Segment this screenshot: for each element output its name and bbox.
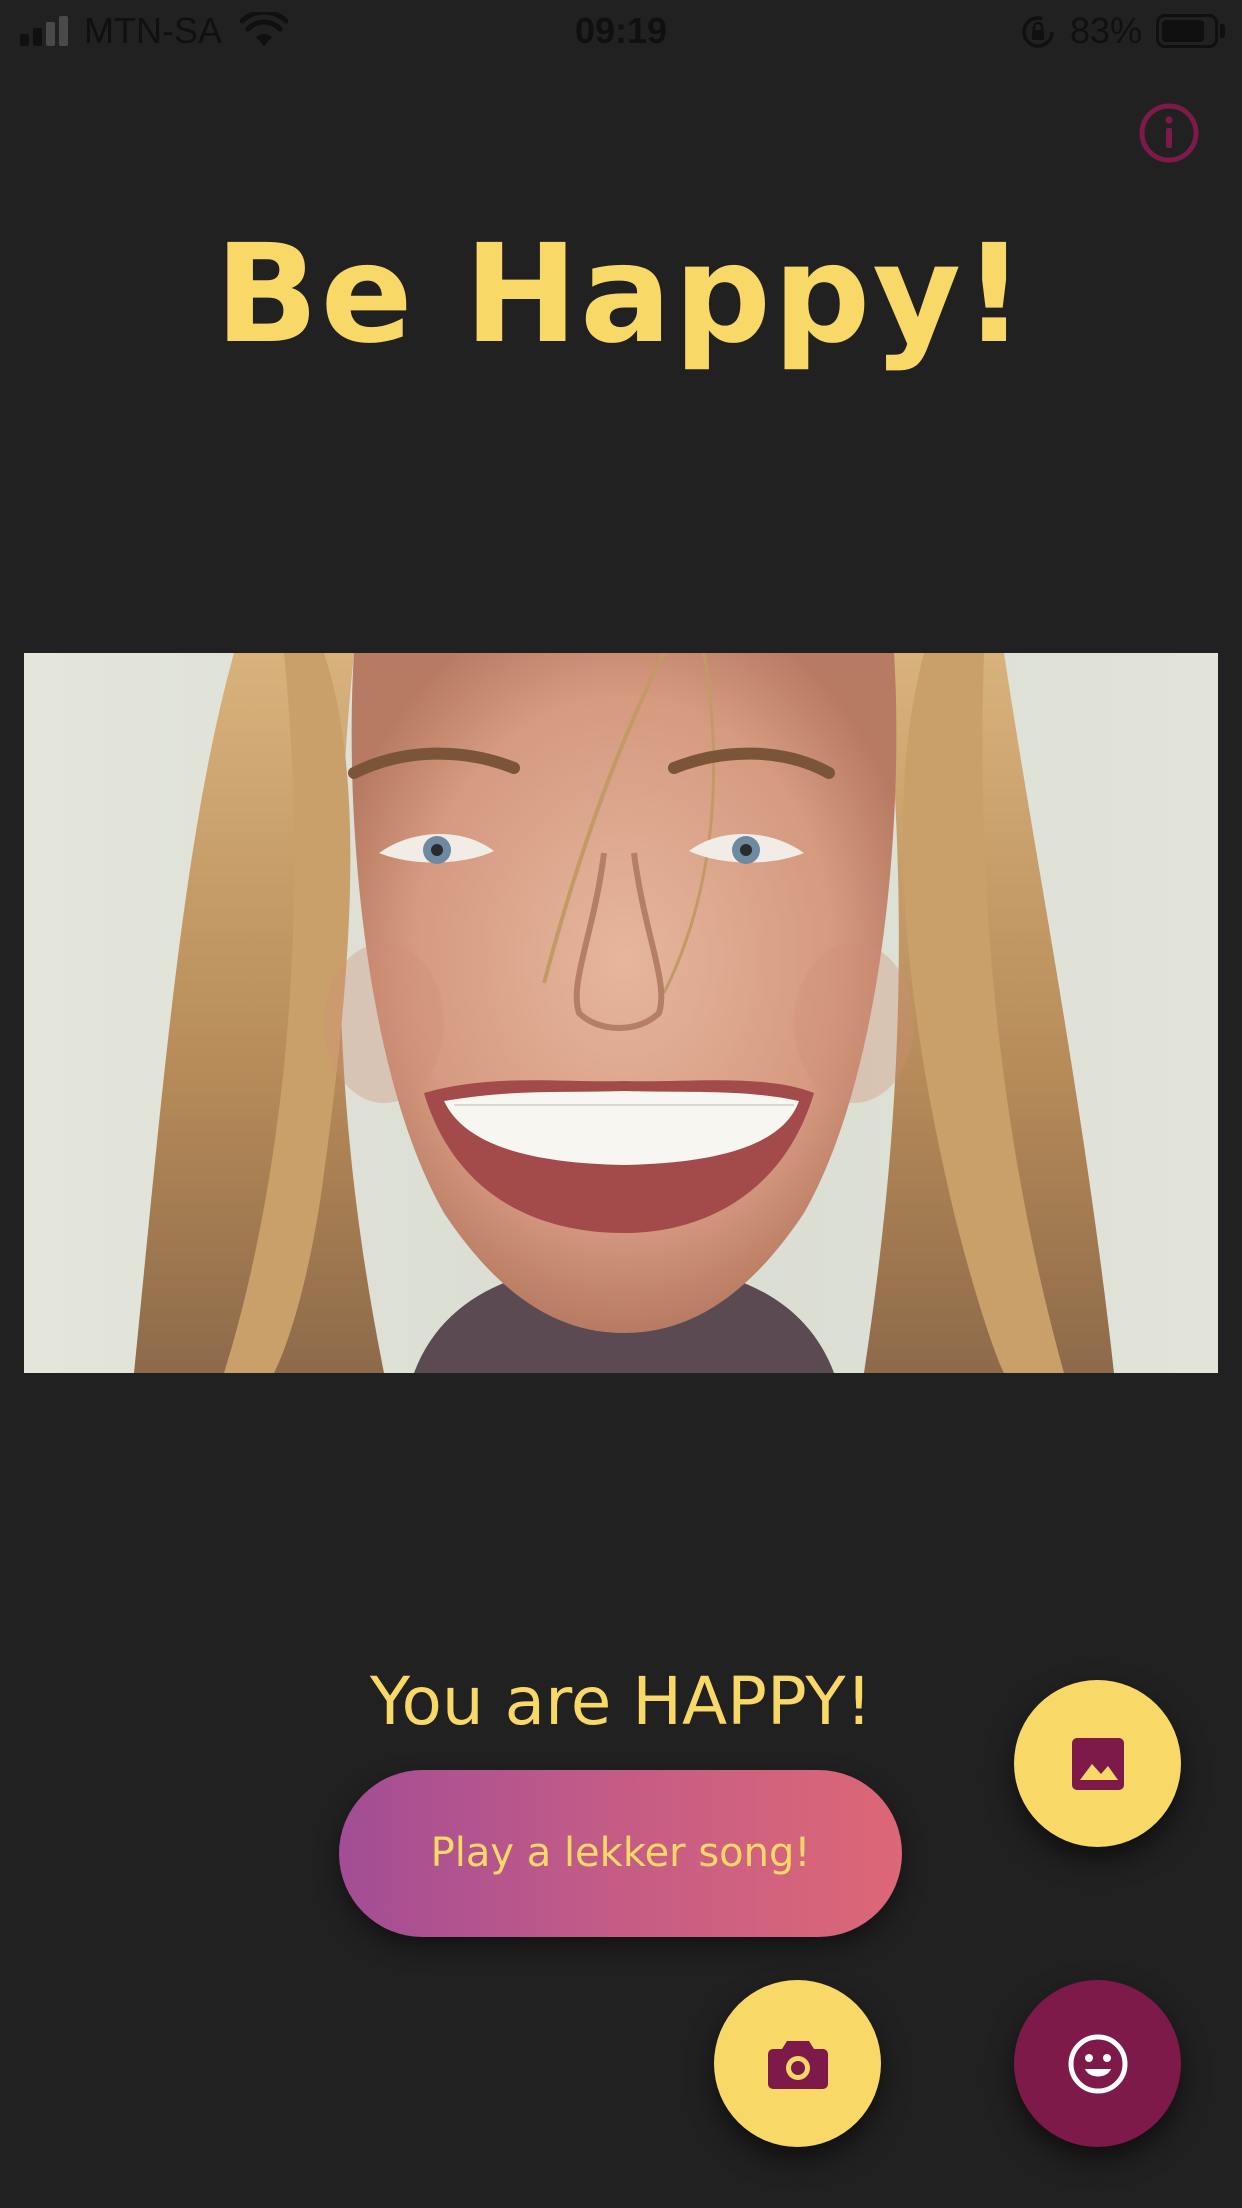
rotation-lock-icon (1022, 16, 1054, 48)
page-title: Be Happy! (214, 216, 1028, 374)
analyzed-photo (24, 653, 1218, 1373)
battery-cap (1220, 24, 1225, 38)
image-icon (1071, 1737, 1124, 1790)
camera-button[interactable] (714, 1980, 881, 2147)
detect-emotion-button[interactable] (1014, 1980, 1181, 2147)
smiling-woman-image (24, 653, 1218, 1373)
app-screen: MTN-SA 09:19 83% Be Happy! You are HAPPY… (0, 0, 1242, 2208)
battery-icon (1156, 14, 1218, 48)
smiley-face-icon (1068, 2034, 1127, 2093)
battery-level-fill (1162, 20, 1204, 42)
gallery-button[interactable] (1014, 1680, 1181, 1847)
camera-icon (767, 2040, 828, 2089)
battery-percentage: 83% (1070, 10, 1143, 51)
play-song-button[interactable]: Play a lekker song! (339, 1770, 902, 1937)
info-icon[interactable] (1138, 102, 1200, 164)
status-bar: MTN-SA 09:19 83% (0, 0, 1242, 62)
